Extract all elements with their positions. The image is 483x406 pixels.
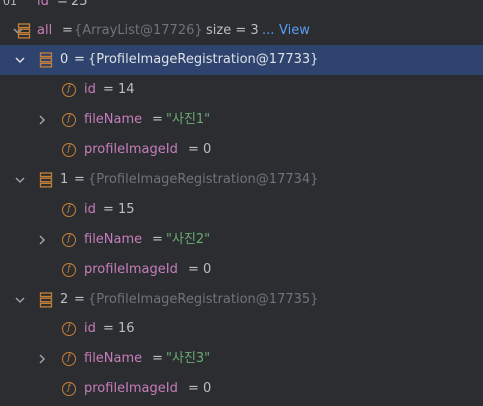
chevron-down-icon[interactable] <box>14 294 26 306</box>
array-element-0[interactable]: 0 = {ProfileImageRegistration@17733} <box>0 45 483 75</box>
field-row-profileimageid[interactable]: f profileImageId = 0 <box>0 255 483 285</box>
equals-sign: = <box>74 172 85 187</box>
field-name: profileImageId <box>84 142 178 157</box>
array-element-1[interactable]: 1 = {ProfileImageRegistration@17734} <box>0 165 483 195</box>
chevron-right-icon[interactable] <box>36 114 48 126</box>
chevron-down-icon[interactable] <box>14 174 26 186</box>
array-icon <box>39 292 53 308</box>
field-name: profileImageId <box>84 262 178 277</box>
field-row-id[interactable]: f id = 15 <box>0 195 483 225</box>
array-element-2[interactable]: 2 = {ProfileImageRegistration@17735} <box>0 285 483 315</box>
field-row-filename[interactable]: f fileName = "사진2" <box>0 225 483 255</box>
equals-sign: = <box>103 202 114 217</box>
field-value: 16 <box>118 321 135 336</box>
field-value: 0 <box>203 262 212 277</box>
variable-name: all <box>37 23 53 38</box>
field-value: 15 <box>118 202 135 217</box>
field-icon: f <box>62 83 76 97</box>
element-index: 0 <box>60 52 69 67</box>
field-value: 0 <box>203 381 212 396</box>
field-value: 25 <box>71 0 88 9</box>
equals-sign: = <box>188 142 199 157</box>
object-ref: {ProfileImageRegistration@17734} <box>88 172 319 187</box>
field-name: fileName <box>84 351 143 366</box>
field-icon: f <box>62 113 76 127</box>
object-ref: {ProfileImageRegistration@17733} <box>88 52 319 67</box>
equals-sign: = <box>188 381 199 396</box>
variable-row-id[interactable]: 01 id = 25 <box>0 0 483 17</box>
field-row-filename[interactable]: f fileName = "사진1" <box>0 105 483 135</box>
field-row-filename[interactable]: f fileName = "사진3" <box>0 344 483 374</box>
chevron-down-icon[interactable] <box>14 54 26 66</box>
field-icon: f <box>62 263 76 277</box>
field-icon: f <box>62 203 76 217</box>
chevron-right-icon[interactable] <box>36 353 48 365</box>
array-icon <box>39 52 53 68</box>
variable-row-all[interactable]: all = {ArrayList@17726} size = 3 ... Vie… <box>0 16 483 46</box>
array-icon <box>17 23 31 39</box>
field-icon: f <box>62 233 76 247</box>
equals-sign: = <box>62 23 73 38</box>
equals-sign: = <box>74 52 85 67</box>
line-marker: 01 <box>3 0 17 8</box>
equals-sign: = <box>152 232 163 247</box>
array-icon <box>39 172 53 188</box>
field-value: "사진1" <box>166 112 211 127</box>
field-icon: f <box>62 382 76 396</box>
size-label: size = 3 <box>206 23 259 38</box>
equals-sign: = <box>103 82 114 97</box>
field-name: fileName <box>84 232 143 247</box>
element-index: 2 <box>60 292 69 307</box>
chevron-right-icon[interactable] <box>36 234 48 246</box>
field-name: id <box>37 0 49 9</box>
equals-sign: = <box>103 321 114 336</box>
field-row-profileimageid[interactable]: f profileImageId = 0 <box>0 135 483 165</box>
field-icon: f <box>62 143 76 157</box>
field-icon: f <box>62 322 76 336</box>
field-value: 14 <box>118 82 135 97</box>
debugger-variables-tree: 01 id = 25 all = {ArrayList@17726} size … <box>0 0 483 406</box>
field-row-profileimageid[interactable]: f profileImageId = 0 <box>0 374 483 404</box>
field-row-id[interactable]: f id = 16 <box>0 314 483 344</box>
equals-sign: = <box>57 0 68 9</box>
field-name: id <box>84 321 96 336</box>
equals-sign: = <box>152 112 163 127</box>
element-index: 1 <box>60 172 69 187</box>
object-ref: {ArrayList@17726} <box>74 23 203 38</box>
view-link[interactable]: View <box>279 16 310 46</box>
field-value: 0 <box>203 142 212 157</box>
field-value: "사진3" <box>166 351 211 366</box>
object-ref: {ProfileImageRegistration@17735} <box>88 292 319 307</box>
field-name: id <box>84 82 96 97</box>
field-icon: f <box>62 352 76 366</box>
equals-sign: = <box>74 292 85 307</box>
field-name: id <box>84 202 96 217</box>
field-row-id[interactable]: f id = 14 <box>0 75 483 105</box>
field-name: profileImageId <box>84 381 178 396</box>
field-name: fileName <box>84 112 143 127</box>
ellipsis: ... <box>262 23 275 38</box>
field-value: "사진2" <box>166 232 211 247</box>
equals-sign: = <box>152 351 163 366</box>
equals-sign: = <box>188 262 199 277</box>
